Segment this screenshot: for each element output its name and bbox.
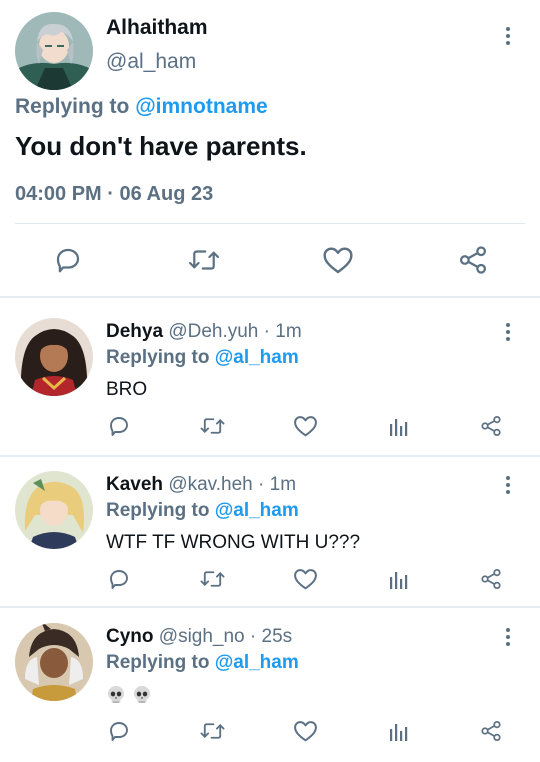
like-icon[interactable]: [292, 411, 318, 441]
reply-tweet[interactable]: Dehya @Deh.yuh · 1m Replying to @al_ham …: [0, 298, 540, 450]
replying-prefix: Replying to: [15, 95, 130, 118]
like-icon[interactable]: [319, 240, 357, 280]
replying-mention-link[interactable]: @al_ham: [215, 347, 299, 368]
replying-to: Replying to @al_ham: [106, 500, 299, 522]
avatar[interactable]: [15, 318, 93, 396]
reply-icon[interactable]: [106, 411, 132, 441]
replying-to: Replying to @al_ham: [106, 652, 299, 674]
retweet-icon[interactable]: [184, 240, 224, 280]
replying-prefix: Replying to: [106, 347, 210, 368]
tweet-actions: [0, 240, 540, 280]
share-icon[interactable]: [456, 240, 490, 280]
replying-mention-link[interactable]: @imnotname: [135, 95, 268, 118]
reply-meta: @Deh.yuh · 1m: [168, 321, 302, 342]
replying-to: Replying to @imnotname: [15, 95, 268, 119]
retweet-icon[interactable]: [198, 716, 226, 746]
author-handle[interactable]: @al_ham: [106, 50, 196, 74]
reply-author-name[interactable]: Cyno: [106, 626, 154, 647]
avatar[interactable]: [15, 623, 93, 701]
reply-author-name[interactable]: Kaveh: [106, 474, 163, 495]
stats-icon[interactable]: [387, 411, 411, 441]
reply-author-name[interactable]: Dehya: [106, 321, 163, 342]
reply-tweet[interactable]: Kaveh @kav.heh · 1m Replying to @al_ham …: [0, 451, 540, 603]
share-icon[interactable]: [479, 564, 503, 594]
more-options-icon[interactable]: [498, 471, 518, 499]
reply-meta: @kav.heh · 1m: [168, 474, 297, 495]
avatar[interactable]: [15, 12, 93, 90]
reply-actions: [0, 564, 540, 594]
share-icon[interactable]: [479, 411, 503, 441]
replying-to: Replying to @al_ham: [106, 347, 299, 369]
replying-mention-link[interactable]: @al_ham: [215, 652, 299, 673]
stats-icon[interactable]: [387, 716, 411, 746]
reply-icon[interactable]: [106, 716, 132, 746]
more-options-icon[interactable]: [498, 623, 518, 651]
reply-text: [106, 684, 158, 706]
reply-actions: [0, 411, 540, 441]
main-tweet: Alhaitham @al_ham Replying to @imnotname…: [0, 0, 540, 297]
replying-mention-link[interactable]: @al_ham: [215, 500, 299, 521]
reply-icon[interactable]: [106, 564, 132, 594]
replying-prefix: Replying to: [106, 652, 210, 673]
share-icon[interactable]: [479, 716, 503, 746]
more-options-icon[interactable]: [498, 22, 518, 50]
tweet-timestamp[interactable]: 04:00 PM · 06 Aug 23: [15, 183, 213, 206]
more-options-icon[interactable]: [498, 318, 518, 346]
replying-prefix: Replying to: [106, 500, 210, 521]
skull-emoji-icon: [108, 685, 124, 703]
reply-header: Kaveh @kav.heh · 1m: [106, 474, 296, 496]
reply-tweet[interactable]: Cyno @sigh_no · 25s Replying to @al_ham: [0, 603, 540, 755]
retweet-icon[interactable]: [198, 564, 226, 594]
reply-meta: @sigh_no · 25s: [158, 626, 293, 647]
avatar[interactable]: [15, 471, 93, 549]
like-icon[interactable]: [292, 564, 318, 594]
reply-icon[interactable]: [50, 240, 86, 280]
reply-actions: [0, 716, 540, 746]
stats-icon[interactable]: [387, 564, 411, 594]
reply-text: WTF TF WRONG WITH U???: [106, 532, 361, 553]
divider: [15, 223, 525, 224]
skull-emoji-icon: [134, 685, 150, 703]
tweet-text: You don't have parents.: [15, 131, 307, 161]
reply-header: Cyno @sigh_no · 25s: [106, 626, 292, 648]
reply-text: BRO: [106, 379, 148, 400]
reply-header: Dehya @Deh.yuh · 1m: [106, 321, 302, 343]
retweet-icon[interactable]: [198, 411, 226, 441]
author-name[interactable]: Alhaitham: [106, 16, 208, 40]
like-icon[interactable]: [292, 716, 318, 746]
